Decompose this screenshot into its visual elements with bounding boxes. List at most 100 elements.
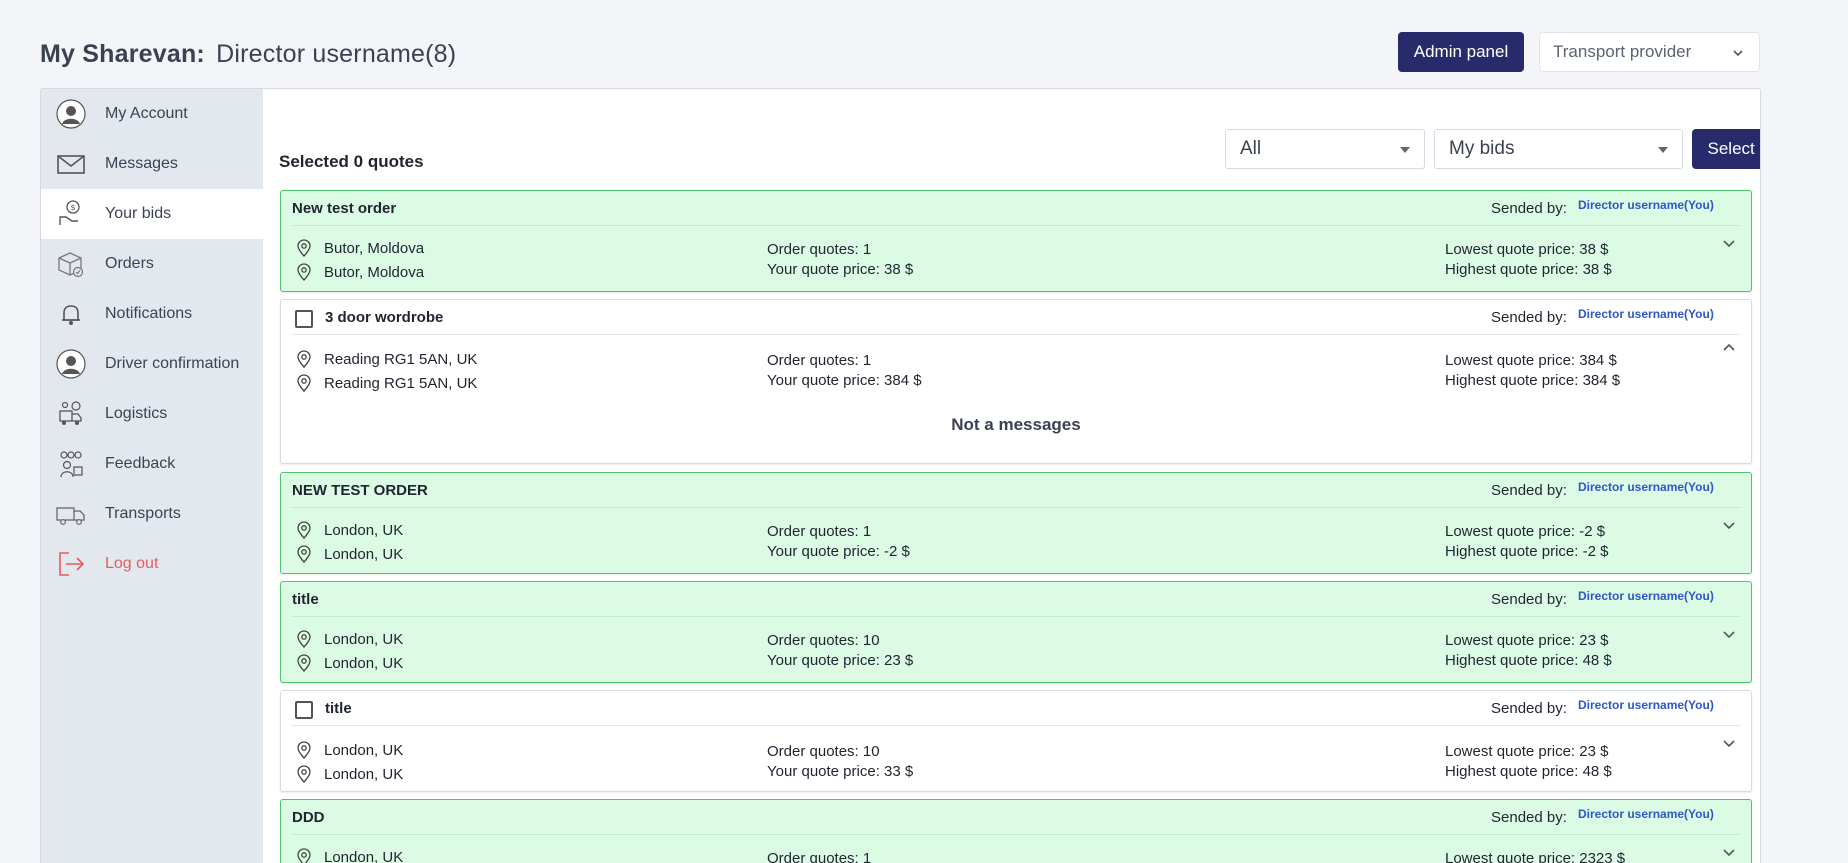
select-checkbox[interactable]	[295, 701, 313, 719]
sidebar-item-your-bids[interactable]: $ Your bids	[41, 189, 263, 239]
page-title: My Sharevan: Director username(8)	[40, 40, 456, 69]
order-title: title	[325, 700, 352, 717]
sended-by-label: Sended by:	[1491, 200, 1567, 217]
location-pin-icon	[297, 741, 311, 759]
pickup-location: Butor, Moldova	[296, 239, 424, 257]
sidebar-item-label: Driver confirmation	[105, 355, 240, 372]
filter-select[interactable]: All	[1225, 129, 1425, 169]
bid-card[interactable]: title Sended by: Director username(You) …	[280, 690, 1752, 792]
divider	[291, 616, 1741, 617]
highest-quote-price: Highest quote price: 48 $	[1445, 652, 1612, 669]
sender-link[interactable]: Director username(You)	[1578, 480, 1714, 494]
location-pin-icon	[297, 263, 311, 281]
location-pin-icon	[297, 521, 311, 539]
chevron-down-icon[interactable]	[1721, 626, 1737, 642]
sidebar-item-my-account[interactable]: My Account	[41, 89, 263, 139]
bids-content: Selected 0 quotes All My bids Select all…	[263, 89, 1760, 863]
delivery-location-text: London, UK	[324, 765, 404, 783]
sender-link[interactable]: Director username(You)	[1578, 698, 1714, 712]
driver-avatar-icon	[56, 349, 86, 379]
sended-by-label: Sended by:	[1491, 700, 1567, 717]
chevron-down-icon[interactable]	[1721, 844, 1737, 860]
sidebar-item-label: Feedback	[105, 455, 176, 472]
bid-card[interactable]: NEW TEST ORDER Sended by: Director usern…	[280, 472, 1752, 574]
location-pin-icon	[297, 848, 311, 863]
caret-down-icon	[1400, 147, 1410, 153]
location-pin-icon	[297, 239, 311, 257]
delivery-location: London, UK	[296, 545, 403, 563]
highest-quote-price: Highest quote price: 38 $	[1445, 261, 1612, 278]
order-title: DDD	[292, 809, 325, 826]
bid-card[interactable]: DDD Sended by: Director username(You) Lo…	[280, 799, 1752, 863]
logout-icon	[56, 549, 86, 579]
divider	[291, 334, 1741, 335]
sender-link[interactable]: Director username(You)	[1578, 307, 1714, 321]
sended-by-label: Sended by:	[1491, 591, 1567, 608]
sidebar-item-label: My Account	[105, 105, 188, 122]
logistics-icon	[56, 399, 86, 429]
caret-down-icon	[1658, 147, 1668, 153]
location-pin-icon	[297, 350, 311, 368]
chevron-down-icon[interactable]	[1721, 517, 1737, 533]
location-pin-icon	[297, 545, 311, 563]
select-checkbox[interactable]	[295, 310, 313, 328]
bids-select[interactable]: My bids	[1434, 129, 1683, 169]
order-title: title	[292, 591, 319, 608]
lowest-quote-price: Lowest quote price: 23 $	[1445, 743, 1609, 760]
sidebar-item-feedback[interactable]: Feedback	[41, 439, 263, 489]
order-title: 3 door wordrobe	[325, 309, 444, 326]
sidebar-item-orders[interactable]: Orders	[41, 239, 263, 289]
order-quotes: Order quotes: 1	[767, 352, 872, 369]
sidebar-item-label: Notifications	[105, 305, 193, 322]
pickup-location: London, UK	[296, 848, 403, 863]
location-pin-icon	[297, 374, 311, 392]
bid-card[interactable]: title Sended by: Director username(You) …	[280, 581, 1752, 683]
no-messages-text: Not a messages	[951, 415, 1081, 434]
chevron-up-icon[interactable]	[1721, 340, 1737, 356]
delivery-location: London, UK	[296, 765, 403, 783]
admin-panel-button[interactable]: Admin panel	[1398, 32, 1524, 72]
sidebar-item-log-out[interactable]: Log out	[41, 539, 263, 589]
pickup-location-text: London, UK	[324, 848, 404, 863]
sidebar-item-label: Orders	[105, 255, 154, 272]
your-quote-price: Your quote price: -2 $	[767, 543, 910, 560]
order-quotes: Order quotes: 1	[767, 850, 872, 863]
location-pin-icon	[297, 654, 311, 672]
sidebar-item-notifications[interactable]: Notifications	[41, 289, 263, 339]
order-quotes: Order quotes: 10	[767, 743, 880, 760]
sidebar-item-messages[interactable]: Messages	[41, 139, 263, 189]
your-quote-price: Your quote price: 23 $	[767, 652, 914, 669]
location-pin-icon	[297, 630, 311, 648]
highest-quote-price: Highest quote price: 384 $	[1445, 372, 1621, 389]
delivery-location-text: London, UK	[324, 654, 404, 672]
bids-select-value: My bids	[1449, 138, 1515, 159]
sidebar-item-transports[interactable]: Transports	[41, 489, 263, 539]
bell-icon	[56, 299, 86, 329]
sended-by-label: Sended by:	[1491, 482, 1567, 499]
role-select[interactable]: Transport provider	[1539, 32, 1760, 72]
sender-link[interactable]: Director username(You)	[1578, 589, 1714, 603]
order-quotes: Order quotes: 1	[767, 523, 872, 540]
sidebar: My Account Messages $ Your bids Orders N…	[41, 89, 263, 863]
divider	[291, 507, 1741, 508]
chevron-down-icon[interactable]	[1721, 735, 1737, 751]
pickup-location-text: Butor, Moldova	[324, 239, 425, 257]
bid-card[interactable]: New test order Sended by: Director usern…	[280, 190, 1752, 292]
sender-link[interactable]: Director username(You)	[1578, 807, 1714, 821]
chevron-down-icon[interactable]	[1721, 235, 1737, 251]
box-icon	[56, 249, 86, 279]
sended-by-label: Sended by:	[1491, 309, 1567, 326]
sidebar-item-logistics[interactable]: Logistics	[41, 389, 263, 439]
your-quote-price: Your quote price: 38 $	[767, 261, 914, 278]
select-all-button[interactable]: Select all	[1692, 129, 1760, 169]
pickup-location: London, UK	[296, 630, 403, 648]
pickup-location-text: Reading RG1 5AN, UK	[324, 350, 478, 368]
divider	[291, 225, 1741, 226]
chevron-down-icon	[1733, 50, 1743, 57]
sender-link[interactable]: Director username(You)	[1578, 198, 1714, 212]
sidebar-item-label: Log out	[105, 555, 159, 572]
selected-count: Selected 0 quotes	[279, 152, 424, 171]
bid-card[interactable]: 3 door wordrobe Sended by: Director user…	[280, 299, 1752, 464]
sidebar-item-driver-confirmation[interactable]: Driver confirmation	[41, 339, 263, 389]
sidebar-item-label: Logistics	[105, 405, 168, 422]
